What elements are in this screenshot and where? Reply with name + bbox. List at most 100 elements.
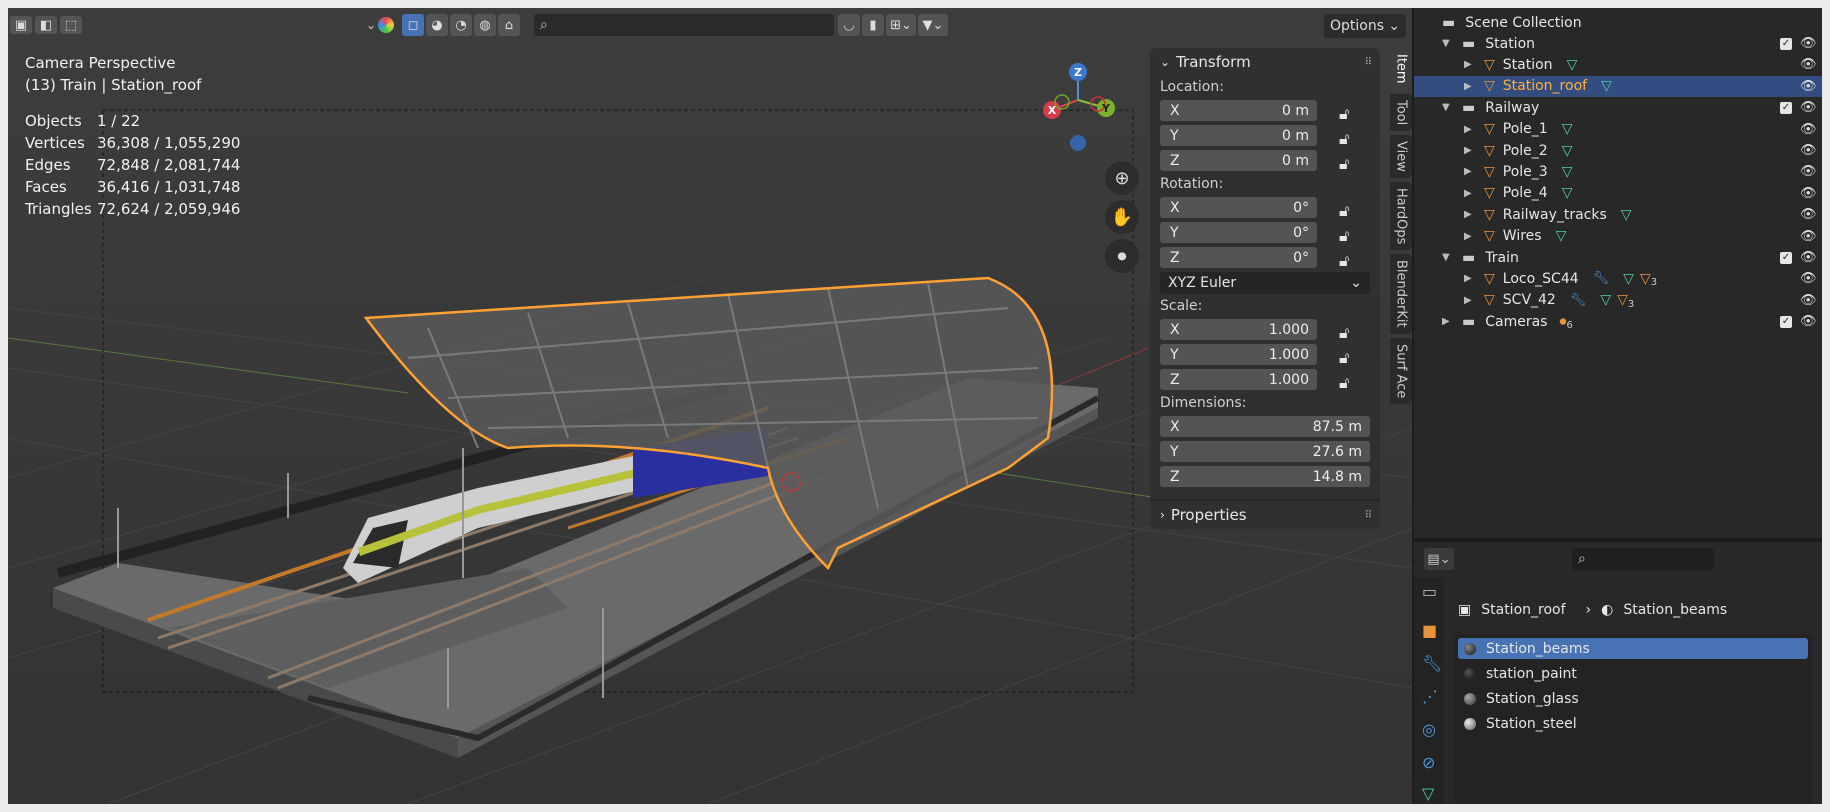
visibility-eye-icon[interactable]: 👁︎ (1800, 57, 1817, 72)
disclosure-closed-icon[interactable]: ▶ (1464, 145, 1478, 156)
properties-panel-header[interactable]: › Properties ⠿ (1150, 499, 1380, 529)
exclude-checkbox[interactable]: ✓ (1780, 101, 1792, 114)
visibility-eye-icon[interactable]: 👁︎ (1800, 250, 1817, 265)
disclosure-open-icon[interactable]: ▼ (1442, 252, 1456, 263)
visibility-eye-icon[interactable]: 👁︎ (1800, 186, 1817, 201)
visibility-eye-icon[interactable]: 👁︎ (1800, 293, 1817, 308)
disclosure-closed-icon[interactable]: ▶ (1464, 209, 1478, 220)
exclude-checkbox[interactable]: ✓ (1780, 251, 1792, 264)
lock-icon[interactable]: 🔓︎ (1339, 104, 1355, 123)
xray-toggle-icon[interactable]: ◻ (402, 14, 425, 36)
3d-viewport[interactable]: ▣ ◧ ⬚ ⌄ ◻ ◕ ◔ ◍ ⌂ ⌕ ◡ ▮ ⊞⌄ ▼⌄ Options ⌄ … (8, 8, 1412, 804)
mesh-data-icon[interactable]: ▽ (1600, 292, 1611, 308)
mesh-data-icon[interactable]: ▽ (1562, 185, 1573, 201)
zoom-icon[interactable]: ⊕ (1105, 161, 1139, 195)
visibility-eye-icon[interactable]: 👁︎ (1800, 271, 1817, 286)
list-item[interactable]: station_paint (1458, 663, 1808, 684)
hierarchy-icon[interactable]: ⊞⌄ (886, 14, 916, 36)
outliner-object-row[interactable]: ▶ ▽ Wires ▽ 👁︎ (1414, 226, 1822, 247)
brush-icon[interactable]: ⌂ (498, 14, 521, 36)
outliner-object-row[interactable]: ▶ ▽ Loco_SC44 🔧︎ ▽ ▽ 3 👁︎ (1414, 268, 1822, 289)
disclosure-closed-icon[interactable]: ▶ (1464, 81, 1478, 92)
lock-icon[interactable]: 🔓︎ (1339, 129, 1355, 148)
lock-icon[interactable]: 🔓︎ (1339, 251, 1355, 270)
exclude-checkbox[interactable]: ✓ (1780, 37, 1792, 50)
disclosure-closed-icon[interactable]: ▶ (1464, 231, 1478, 242)
drag-handle-icon[interactable]: ⠿ (1365, 510, 1372, 521)
list-item[interactable]: Station_steel (1458, 713, 1808, 734)
drag-handle-icon[interactable]: ⠿ (1365, 57, 1372, 68)
tab-hardops[interactable]: HardOps (1390, 181, 1412, 251)
data-tab-icon[interactable]: ▽ (1422, 784, 1444, 803)
tab-view[interactable]: View (1390, 134, 1412, 178)
lock-icon[interactable]: 🔓︎ (1339, 323, 1355, 342)
mesh-data-icon[interactable]: ▽ (1556, 228, 1567, 244)
rotation-x-field[interactable]: X 0° (1160, 197, 1317, 218)
tab-tool[interactable]: Tool (1390, 93, 1412, 131)
disclosure-closed-icon[interactable]: ▶ (1464, 166, 1478, 177)
outliner-collection-row[interactable]: ▼ ▬ Station ✓ 👁︎ (1414, 33, 1822, 54)
disclosure-closed-icon[interactable]: ▶ (1464, 295, 1478, 306)
outliner-object-row[interactable]: ▶ ▽ Pole_2 ▽ 👁︎ (1414, 140, 1822, 161)
disclosure-closed-icon[interactable]: ▶ (1464, 188, 1478, 199)
visibility-eye-icon[interactable]: 👁︎ (1800, 229, 1817, 244)
rotation-mode-dropdown[interactable]: XYZ Euler ⌄ (1160, 271, 1370, 294)
outliner-object-row[interactable]: ▶ ▽ Station_roof ▽ 👁︎ (1414, 75, 1822, 97)
lock-icon[interactable]: 🔓︎ (1339, 226, 1355, 245)
disclosure-closed-icon[interactable]: ▶ (1464, 273, 1478, 284)
chevron-down-icon[interactable]: ⌄ (366, 18, 376, 32)
collection-tab-icon[interactable]: ▭ (1422, 582, 1444, 601)
mesh-data-icon[interactable]: ▽ (1562, 164, 1573, 180)
tab-surf-ace[interactable]: Surf Ace (1390, 337, 1412, 405)
location-z-field[interactable]: Z0 m (1160, 150, 1317, 171)
outliner-object-row[interactable]: ▶ ▽ Station ▽ 👁︎ (1414, 54, 1822, 75)
visibility-eye-icon[interactable]: 👁︎ (1800, 100, 1817, 115)
child-objects-icon[interactable]: ▽ (1617, 292, 1628, 308)
dimension-z-field[interactable]: Z 14.8 m (1160, 466, 1370, 487)
modifier-wrench-icon[interactable]: 🔧︎ (1593, 271, 1610, 286)
material-preview-icon[interactable]: ◔ (450, 14, 473, 36)
particles-tab-icon[interactable]: ⋰ (1422, 687, 1444, 706)
mesh-data-icon[interactable]: ▽ (1562, 143, 1573, 159)
location-y-field[interactable]: Y0 m (1160, 125, 1317, 146)
outliner-object-row[interactable]: ▶ ▽ SCV_42 🔧︎ ▽ ▽ 3 👁︎ (1414, 290, 1822, 311)
viewport-search-field[interactable]: ⌕ (534, 14, 834, 36)
mesh-data-icon[interactable]: ▽ (1621, 207, 1632, 223)
mesh-data-icon[interactable]: ▽ (1623, 271, 1634, 287)
options-dropdown[interactable]: Options ⌄ (1324, 14, 1406, 38)
curve-filter-icon[interactable]: ◡ (838, 14, 860, 36)
tab-blenderkit[interactable]: BlenderKit (1390, 254, 1412, 334)
location-x-field[interactable]: X0 m (1160, 100, 1317, 121)
select-extend-icon[interactable]: ◧ (35, 16, 57, 34)
visibility-eye-icon[interactable]: 👁︎ (1800, 164, 1817, 179)
camera-view-icon[interactable]: ⏺ (1105, 239, 1139, 273)
scale-z-field[interactable]: Z 1.000 (1160, 369, 1317, 390)
lock-icon[interactable]: 🔓︎ (1339, 201, 1355, 220)
lock-icon[interactable]: 🔓︎ (1339, 373, 1355, 392)
bookmark-icon[interactable]: ▮ (862, 14, 884, 36)
editor-type-dropdown[interactable]: ▤⌄ (1424, 548, 1454, 570)
mesh-data-icon[interactable]: ▽ (1601, 78, 1612, 94)
outliner-object-row[interactable]: ▶ ▽ Railway_tracks ▽ 👁︎ (1414, 204, 1822, 225)
child-objects-icon[interactable]: ▽ (1640, 271, 1651, 287)
scene-collection-row[interactable]: ▬ Scene Collection (1414, 12, 1822, 33)
rotation-z-field[interactable]: Z 0° (1160, 247, 1317, 268)
mesh-data-icon[interactable]: ▽ (1562, 121, 1573, 137)
visibility-eye-icon[interactable]: 👁︎ (1800, 143, 1817, 158)
outliner-collection-row[interactable]: ▶ ▬ Cameras ⏺ 6 ✓ 👁︎ (1414, 311, 1822, 332)
exclude-checkbox[interactable]: ✓ (1780, 315, 1792, 328)
list-item[interactable]: Station_beams (1458, 638, 1808, 659)
outliner-object-row[interactable]: ▶ ▽ Pole_1 ▽ 👁︎ (1414, 119, 1822, 140)
navigation-gizmo[interactable]: Z X Y (1028, 52, 1128, 152)
disclosure-closed-icon[interactable]: ▶ (1464, 59, 1478, 70)
visibility-eye-icon[interactable]: 👁︎ (1800, 314, 1817, 329)
disclosure-open-icon[interactable]: ▶ (1442, 316, 1456, 327)
lock-icon[interactable]: 🔓︎ (1339, 348, 1355, 367)
lock-icon[interactable]: 🔓︎ (1339, 154, 1355, 173)
rendered-shading-icon[interactable]: ◍ (474, 14, 497, 36)
filter-icon[interactable]: ▼⌄ (918, 14, 948, 36)
physics-tab-icon[interactable]: ◎ (1422, 720, 1444, 739)
dimension-y-field[interactable]: Y 27.6 m (1160, 441, 1370, 462)
visibility-eye-icon[interactable]: 👁︎ (1800, 36, 1817, 51)
constraints-tab-icon[interactable]: ⊘ (1422, 753, 1444, 772)
